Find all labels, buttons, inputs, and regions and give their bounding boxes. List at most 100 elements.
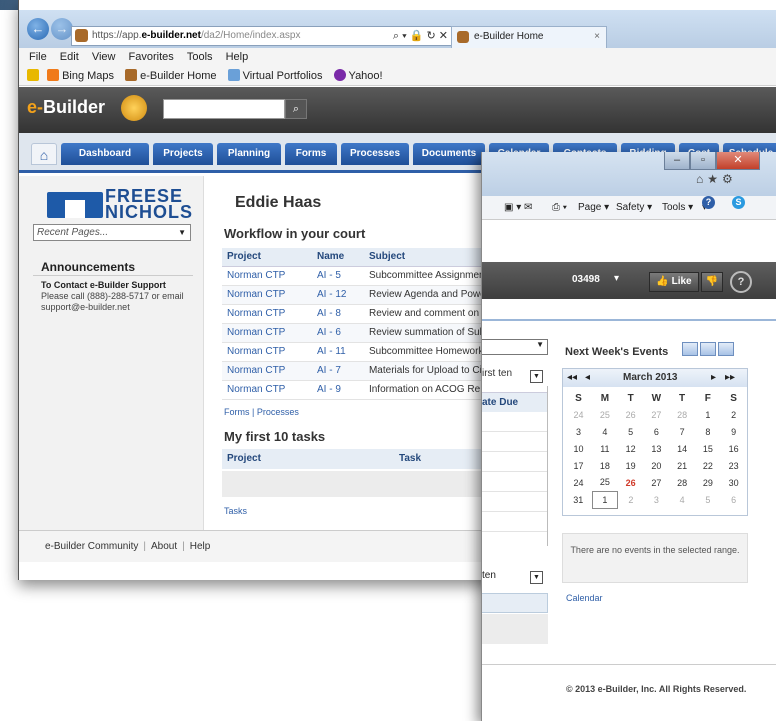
menu-help[interactable]: Help: [226, 51, 249, 63]
fav-bing-maps[interactable]: Bing Maps: [62, 70, 114, 82]
week-view-icon[interactable]: [700, 342, 716, 356]
calendar-day[interactable]: 9: [721, 423, 747, 440]
workflow-links[interactable]: Forms | Processes: [224, 407, 299, 417]
app-search-input[interactable]: [163, 99, 285, 119]
table-row[interactable]: Norman CTP AI - 12 Review Agenda and Powe: [222, 285, 522, 305]
menu-edit[interactable]: Edit: [60, 51, 79, 63]
calendar-day[interactable]: 5: [695, 491, 721, 508]
browser-home-fav-settings-icons[interactable]: ⌂★⚙: [696, 172, 737, 186]
prev-year-icon[interactable]: ◂◂: [567, 369, 577, 387]
recent-pages-select[interactable]: Recent Pages... ▼: [33, 224, 191, 241]
calendar-day[interactable]: 25: [592, 406, 618, 423]
cell-name[interactable]: AI - 11: [312, 342, 364, 362]
fav-yahoo[interactable]: Yahoo!: [349, 70, 383, 82]
calendar-day[interactable]: 2: [721, 406, 747, 423]
calendar-day[interactable]: 20: [643, 457, 669, 474]
forward-button[interactable]: →: [51, 18, 73, 40]
prev-month-icon[interactable]: ◂: [585, 369, 590, 387]
cell-project[interactable]: Norman CTP: [222, 266, 312, 286]
cell-name[interactable]: AI - 6: [312, 323, 364, 343]
cell-project[interactable]: Norman CTP: [222, 380, 312, 400]
cell-project[interactable]: Norman CTP: [222, 342, 312, 362]
table-row[interactable]: Norman CTP AI - 6 Review summation of Sub: [222, 323, 522, 343]
first-ten-dropdown[interactable]: ▼: [530, 370, 543, 383]
cell-name[interactable]: AI - 9: [312, 380, 364, 400]
calendar-day[interactable]: 26: [618, 406, 644, 423]
project-number[interactable]: 03498: [572, 274, 600, 285]
calendar-day[interactable]: 11: [592, 440, 618, 457]
rss-icon[interactable]: ▣ ▾ ✉: [504, 196, 532, 220]
calendar-day[interactable]: 10: [565, 440, 592, 457]
minimize-icon[interactable]: –: [664, 152, 690, 170]
next-month-icon[interactable]: ▸: [711, 369, 716, 387]
ten-dropdown[interactable]: ▼: [530, 571, 543, 584]
calendar-day[interactable]: 23: [721, 457, 747, 474]
calendar-day[interactable]: 19: [618, 457, 644, 474]
day-view-icon[interactable]: [682, 342, 698, 356]
calendar-day[interactable]: 8: [695, 423, 721, 440]
calendar-day[interactable]: 14: [669, 440, 695, 457]
calendar-day[interactable]: 3: [565, 423, 592, 440]
cell-project[interactable]: Norman CTP: [222, 361, 312, 381]
calendar-day[interactable]: 13: [643, 440, 669, 457]
menu-file[interactable]: File: [29, 51, 47, 63]
calendar-day[interactable]: 2: [618, 491, 644, 508]
table-row[interactable]: Norman CTP AI - 11 Subcommittee Homework: [222, 342, 522, 362]
menu-view[interactable]: View: [92, 51, 116, 63]
tab-forms[interactable]: Forms: [285, 143, 337, 165]
col-date-due[interactable]: ate Due: [482, 392, 547, 412]
maximize-icon[interactable]: ▫: [690, 152, 716, 170]
calendar-day[interactable]: 5: [618, 423, 644, 440]
calendar-day[interactable]: 17: [565, 457, 592, 474]
help-button[interactable]: ?: [730, 271, 752, 293]
tab-projects[interactable]: Projects: [153, 143, 213, 165]
close-icon[interactable]: ✕: [716, 152, 760, 170]
tab-processes[interactable]: Processes: [341, 143, 409, 165]
calendar-link[interactable]: Calendar: [566, 593, 603, 603]
safety-menu[interactable]: Safety ▾: [616, 196, 652, 220]
print-icon[interactable]: ⎙ ▾: [552, 196, 567, 220]
tab-close-icon[interactable]: ×: [594, 27, 600, 47]
cell-name[interactable]: AI - 12: [312, 285, 364, 305]
tasks-link[interactable]: Tasks: [224, 506, 247, 516]
calendar-day-today[interactable]: 26: [618, 474, 644, 491]
ebuilder-logo[interactable]: e-Builder: [27, 97, 105, 118]
calendar-day[interactable]: 21: [669, 457, 695, 474]
footer-link-about[interactable]: About: [151, 541, 177, 552]
calendar-day[interactable]: 28: [669, 474, 695, 491]
cell-name[interactable]: AI - 5: [312, 266, 364, 286]
calendar-day[interactable]: 27: [643, 406, 669, 423]
calendar-day[interactable]: 24: [565, 474, 592, 491]
chevron-down-icon[interactable]: ▾: [614, 273, 619, 284]
calendar-day[interactable]: 3: [643, 491, 669, 508]
calendar-day[interactable]: 15: [695, 440, 721, 457]
page-menu[interactable]: Page ▾: [578, 196, 609, 220]
calendar-day[interactable]: 30: [721, 474, 747, 491]
back-button[interactable]: ←: [27, 18, 49, 40]
tab-dashboard[interactable]: Dashboard: [61, 143, 149, 165]
tab-documents[interactable]: Documents: [413, 143, 485, 165]
address-bar[interactable]: https://app.e-builder.net/da2/Home/index…: [71, 26, 453, 46]
fav-virtual-portfolios[interactable]: Virtual Portfolios: [243, 70, 323, 82]
calendar-day[interactable]: 29: [695, 474, 721, 491]
calendar-day[interactable]: 1: [695, 406, 721, 423]
calendar-day[interactable]: 25: [592, 474, 618, 491]
tab-planning[interactable]: Planning: [217, 143, 281, 165]
help-icon[interactable]: ? ▾: [702, 196, 715, 220]
month-view-icon[interactable]: [718, 342, 734, 356]
calendar-day-selected[interactable]: 1: [591, 490, 619, 509]
favorites-star-icon[interactable]: [27, 69, 39, 81]
table-row[interactable]: Norman CTP AI - 8 Review and comment on: [222, 304, 522, 324]
footer-link-help[interactable]: Help: [190, 541, 211, 552]
calendar-day[interactable]: 4: [592, 423, 618, 440]
search-icon[interactable]: ⌕: [285, 99, 307, 119]
home-icon[interactable]: ⌂: [31, 143, 57, 165]
cell-name[interactable]: AI - 7: [312, 361, 364, 381]
col-name[interactable]: Name: [312, 248, 364, 267]
calendar-day[interactable]: 28: [669, 406, 695, 423]
calendar-day[interactable]: 31: [565, 491, 592, 508]
calendar-day[interactable]: 12: [618, 440, 644, 457]
cell-project[interactable]: Norman CTP: [222, 304, 312, 324]
browser-tab[interactable]: e-Builder Home ×: [451, 26, 607, 48]
calendar-day[interactable]: 4: [669, 491, 695, 508]
